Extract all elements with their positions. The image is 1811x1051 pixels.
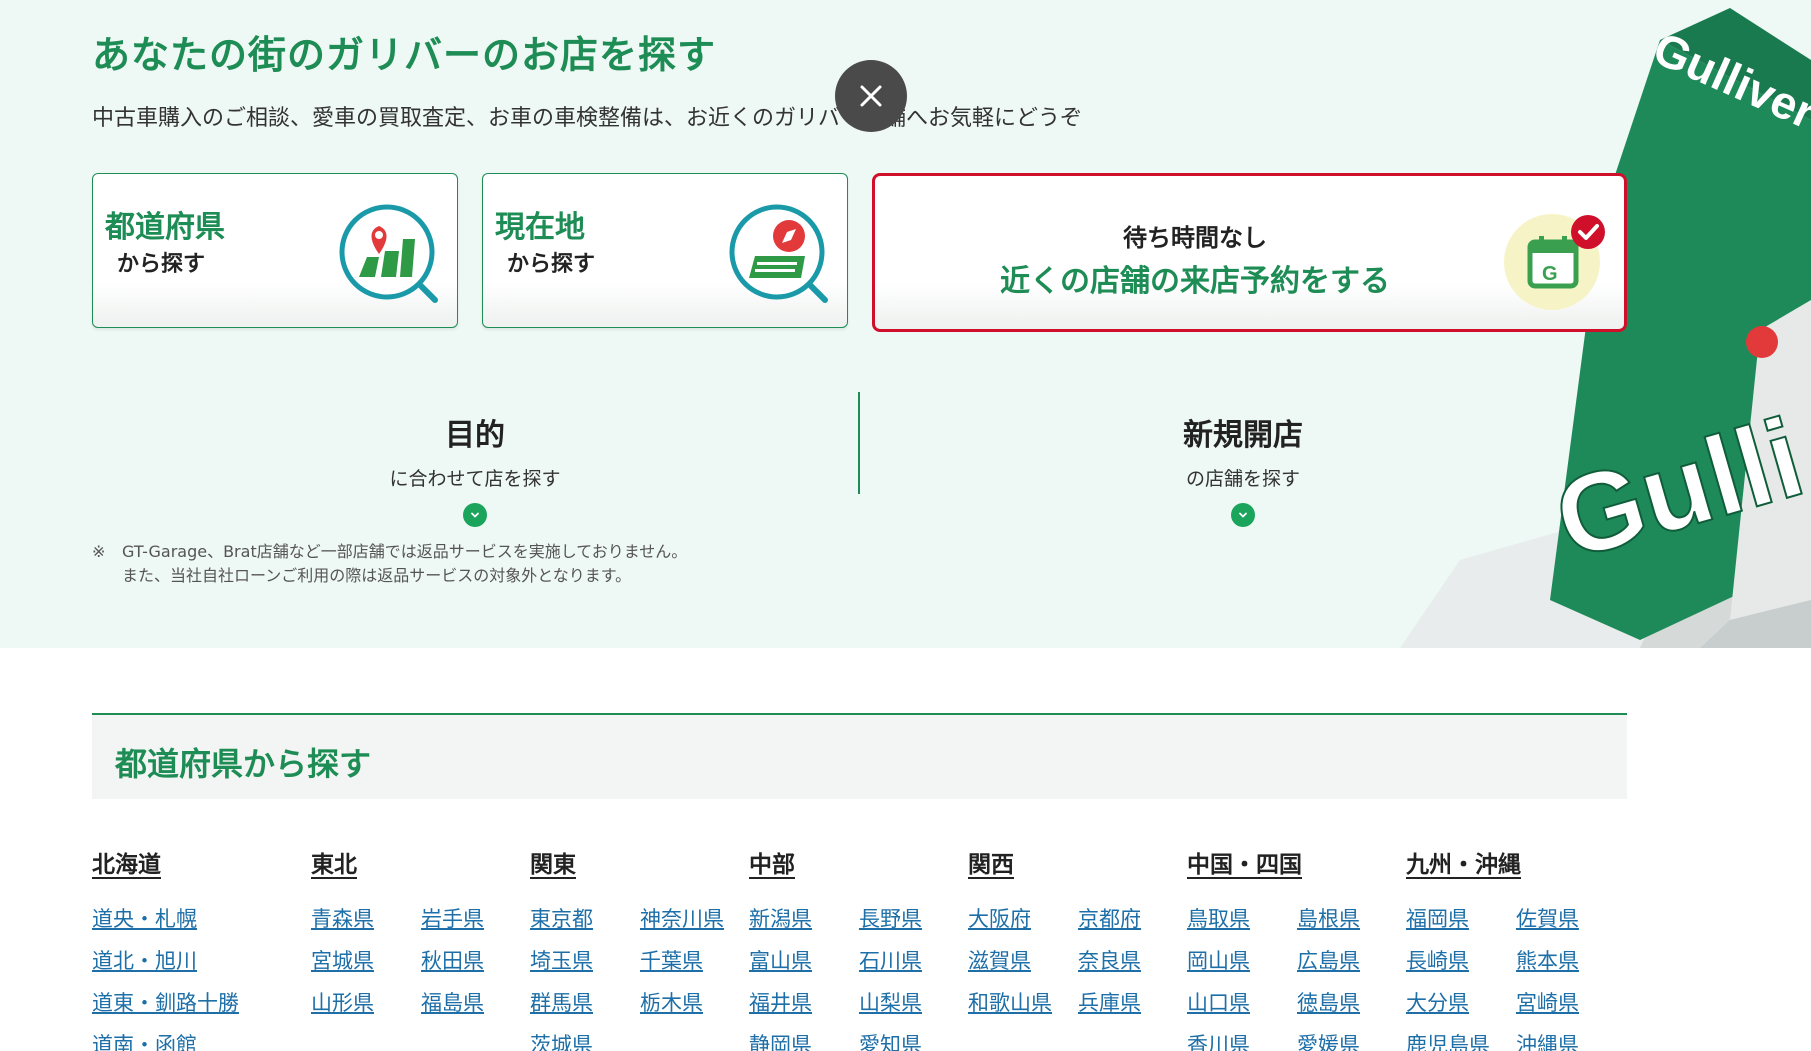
prefecture-link[interactable]: 宮城県 <box>311 947 421 975</box>
prefecture-link[interactable]: 鹿児島県 <box>1406 1031 1516 1051</box>
close-icon <box>860 85 882 107</box>
prefecture-link[interactable]: 福岡県 <box>1406 905 1516 933</box>
reservation-caption: 待ち時間なし <box>1123 224 1267 252</box>
prefecture-link[interactable]: 新潟県 <box>749 905 859 933</box>
note-mark: ※ <box>92 542 106 561</box>
prefecture-link[interactable]: 山梨県 <box>859 989 969 1017</box>
region-title: 関西 <box>968 852 1014 878</box>
note-line-2: また、当社自社ローンご利用の際は返品サービスの対象外となります。 <box>122 566 632 585</box>
prefecture-link[interactable]: 奈良県 <box>1078 947 1188 975</box>
prefecture-link[interactable]: 山口県 <box>1187 989 1297 1017</box>
prefecture-link[interactable]: 東京都 <box>530 905 640 933</box>
prefecture-link[interactable]: 愛媛県 <box>1297 1031 1407 1051</box>
newstore-subtitle: の店舗を探す <box>1185 468 1300 490</box>
prefecture-link[interactable]: 福井県 <box>749 989 859 1017</box>
card-subtitle: から探す <box>117 252 206 277</box>
search-new-stores-toggle[interactable]: 新規開店 の店舗を探す <box>860 390 1626 527</box>
region-title: 九州・沖縄 <box>1406 852 1521 878</box>
prefecture-link[interactable]: 静岡県 <box>749 1031 859 1051</box>
prefecture-link[interactable]: 長崎県 <box>1406 947 1516 975</box>
map-search-icon <box>339 204 438 303</box>
region-title: 中国・四国 <box>1187 852 1302 878</box>
prefecture-link[interactable]: 神奈川県 <box>640 905 750 933</box>
region-kanto: 関東 東京都 神奈川県 埼玉県 千葉県 群馬県 栃木県 茨城県 <box>530 845 749 1051</box>
prefecture-link[interactable]: 道東・釧路十勝 <box>92 989 311 1017</box>
chevron-down-icon <box>1231 503 1255 527</box>
prefecture-link[interactable]: 香川県 <box>1187 1031 1297 1051</box>
prefecture-link[interactable]: 和歌山県 <box>968 989 1078 1017</box>
close-button[interactable] <box>835 60 907 132</box>
reservation-label: 近くの店舗の来店予約をする <box>1000 264 1390 299</box>
region-hokkaido: 北海道 道央・札幌 道北・旭川 道東・釧路十勝 道南・函館 <box>92 845 311 1051</box>
prefecture-link[interactable]: 滋賀県 <box>968 947 1078 975</box>
prefecture-link[interactable]: 千葉県 <box>640 947 750 975</box>
location-search-icon <box>729 204 828 303</box>
prefecture-link[interactable]: 大分県 <box>1406 989 1516 1017</box>
store-reservation-card[interactable]: 待ち時間なし 近くの店舗の来店予約をする G <box>872 173 1627 332</box>
region-kyushu-okinawa: 九州・沖縄 福岡県 佐賀県 長崎県 熊本県 大分県 宮崎県 鹿児島県 沖縄県 <box>1406 845 1625 1051</box>
prefecture-link[interactable]: 秋田県 <box>421 947 531 975</box>
prefecture-link[interactable]: 熊本県 <box>1516 947 1626 975</box>
purpose-title: 目的 <box>445 418 505 453</box>
card-title: 都道府県 <box>105 210 225 245</box>
prefecture-link[interactable]: 長野県 <box>859 905 969 933</box>
prefecture-link[interactable]: 群馬県 <box>530 989 640 1017</box>
region-title: 北海道 <box>92 852 161 878</box>
note-line-1: GT-Garage、Brat店舗など一部店舗では返品サービスを実施しておりません… <box>122 542 688 561</box>
svg-text:G: G <box>1542 263 1558 285</box>
prefecture-link[interactable]: 大阪府 <box>968 905 1078 933</box>
purpose-subtitle: に合わせて店を探す <box>389 468 561 490</box>
prefecture-link[interactable]: 広島県 <box>1297 947 1407 975</box>
prefecture-link[interactable]: 石川県 <box>859 947 969 975</box>
newstore-title: 新規開店 <box>1183 418 1303 453</box>
search-by-purpose-toggle[interactable]: 目的 に合わせて店を探す <box>92 390 858 527</box>
prefecture-link[interactable]: 富山県 <box>749 947 859 975</box>
prefecture-link[interactable]: 岡山県 <box>1187 947 1297 975</box>
prefecture-link[interactable]: 茨城県 <box>530 1031 640 1051</box>
prefecture-link[interactable]: 山形県 <box>311 989 421 1017</box>
hero-section: あなたの街のガリバーのお店を探す 中古車購入のご相談、愛車の買取査定、お車の車検… <box>0 0 1811 648</box>
region-title: 関東 <box>530 852 576 878</box>
region-chugoku-shikoku: 中国・四国 鳥取県 島根県 岡山県 広島県 山口県 徳島県 香川県 愛媛県 <box>1187 845 1406 1051</box>
prefecture-section-header: 都道府県から探す <box>92 713 1627 799</box>
region-tohoku: 東北 青森県 岩手県 宮城県 秋田県 山形県 福島県 <box>311 845 530 1017</box>
prefecture-link[interactable]: 京都府 <box>1078 905 1188 933</box>
prefecture-link[interactable]: 青森県 <box>311 905 421 933</box>
region-kansai: 関西 大阪府 京都府 滋賀県 奈良県 和歌山県 兵庫県 <box>968 845 1187 1017</box>
prefecture-link[interactable]: 兵庫県 <box>1078 989 1188 1017</box>
prefecture-link[interactable]: 愛知県 <box>859 1031 969 1051</box>
hero-subtitle: 中古車購入のご相談、愛車の買取査定、お車の車検整備は、お近くのガリバー店舗へお気… <box>92 106 1083 131</box>
region-chubu: 中部 新潟県 長野県 富山県 石川県 福井県 山梨県 静岡県 愛知県 <box>749 845 968 1051</box>
page-title: あなたの街のガリバーのお店を探す <box>92 33 717 77</box>
prefecture-link[interactable]: 佐賀県 <box>1516 905 1626 933</box>
prefecture-link[interactable]: 栃木県 <box>640 989 750 1017</box>
prefecture-link[interactable]: 埼玉県 <box>530 947 640 975</box>
prefecture-link[interactable]: 徳島県 <box>1297 989 1407 1017</box>
calendar-check-icon: G <box>1504 214 1605 310</box>
prefecture-link[interactable]: 道北・旭川 <box>92 947 311 975</box>
search-by-location-card[interactable]: 現在地 から探す <box>482 173 848 328</box>
region-title: 中部 <box>749 852 795 878</box>
prefecture-section-title: 都道府県から探す <box>115 745 372 783</box>
prefecture-link[interactable]: 道央・札幌 <box>92 905 311 933</box>
prefecture-link[interactable]: 宮崎県 <box>1516 989 1626 1017</box>
return-service-note: ※ GT-Garage、Brat店舗など一部店舗では返品サービスを実施しておりませ… <box>92 540 687 588</box>
card-subtitle: から探す <box>507 252 596 277</box>
prefecture-link[interactable]: 福島県 <box>421 989 531 1017</box>
card-title: 現在地 <box>495 210 585 245</box>
prefecture-link[interactable]: 島根県 <box>1297 905 1407 933</box>
prefecture-link[interactable]: 鳥取県 <box>1187 905 1297 933</box>
prefecture-link[interactable]: 沖縄県 <box>1516 1031 1626 1051</box>
prefecture-link[interactable]: 道南・函館 <box>92 1031 311 1051</box>
region-title: 東北 <box>311 852 357 878</box>
prefecture-link[interactable]: 岩手県 <box>421 905 531 933</box>
chevron-down-icon <box>463 503 487 527</box>
search-by-prefecture-card[interactable]: 都道府県 から探す <box>92 173 458 328</box>
